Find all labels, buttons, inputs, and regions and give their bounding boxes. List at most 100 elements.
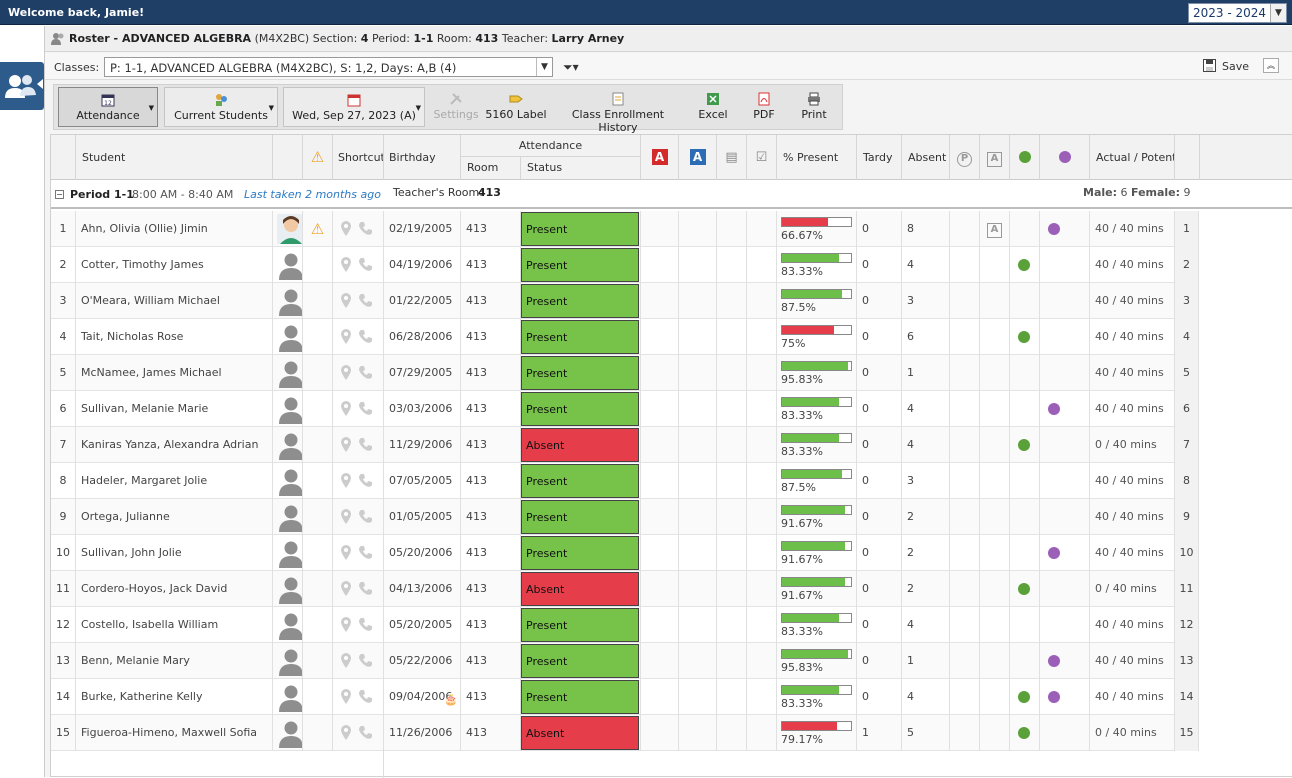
- blue-a-cell[interactable]: [679, 391, 717, 427]
- location-pin-icon[interactable]: [341, 329, 351, 344]
- table-row[interactable]: 6 Sullivan, Melanie Marie 03/03/2006 413 Pre…: [51, 391, 1199, 427]
- blue-a-cell[interactable]: [679, 283, 717, 319]
- student-photo-cell[interactable]: [273, 283, 303, 319]
- status-cell[interactable]: Present: [521, 283, 641, 319]
- header-check[interactable]: ☑: [747, 135, 777, 180]
- phone-icon[interactable]: [358, 473, 373, 488]
- header-room[interactable]: Room: [461, 157, 521, 179]
- status-cell[interactable]: Present: [521, 319, 641, 355]
- location-pin-icon[interactable]: [341, 725, 351, 740]
- red-a-cell[interactable]: [641, 319, 679, 355]
- purple-dot-icon[interactable]: [1048, 403, 1060, 415]
- excel-button[interactable]: Excel: [694, 87, 732, 127]
- notes-cell[interactable]: [717, 211, 747, 247]
- location-pin-icon[interactable]: [341, 257, 351, 272]
- location-pin-icon[interactable]: [341, 401, 351, 416]
- phone-icon[interactable]: [358, 653, 373, 668]
- student-photo-cell[interactable]: [273, 247, 303, 283]
- green-dot-icon[interactable]: [1018, 583, 1030, 595]
- filter-icon[interactable]: ⏷▾: [563, 60, 579, 75]
- check-cell[interactable]: [747, 319, 777, 355]
- blue-a-cell[interactable]: [679, 319, 717, 355]
- attendance-status-select[interactable]: Present: [521, 212, 639, 246]
- student-photo-cell[interactable]: [273, 499, 303, 535]
- phone-icon[interactable]: [358, 725, 373, 740]
- location-pin-icon[interactable]: [341, 581, 351, 596]
- location-pin-icon[interactable]: [341, 545, 351, 560]
- student-name[interactable]: Ahn, Olivia (Ollie) Jimin: [76, 211, 273, 247]
- location-pin-icon[interactable]: [341, 617, 351, 632]
- phone-icon[interactable]: [358, 689, 373, 704]
- table-row[interactable]: 5 McNamee, James Michael 07/29/2005 413 Pres…: [51, 355, 1199, 391]
- status-cell[interactable]: Present: [521, 607, 641, 643]
- notes-cell[interactable]: [717, 571, 747, 607]
- blue-a-cell[interactable]: [679, 355, 717, 391]
- last-taken-link[interactable]: Last taken 2 months ago: [244, 188, 381, 201]
- notes-cell[interactable]: [717, 319, 747, 355]
- attendance-button[interactable]: 12 Attendance ▼: [58, 87, 158, 127]
- header-p-circle[interactable]: P: [950, 135, 980, 180]
- student-photo-cell[interactable]: [273, 211, 303, 247]
- save-button[interactable]: Save: [1203, 59, 1249, 73]
- pdf-button[interactable]: PDF: [746, 87, 782, 127]
- current-students-button[interactable]: Current Students ▼: [164, 87, 278, 127]
- student-photo-cell[interactable]: [273, 391, 303, 427]
- notes-cell[interactable]: [717, 283, 747, 319]
- location-pin-icon[interactable]: [341, 293, 351, 308]
- check-cell[interactable]: [747, 211, 777, 247]
- location-pin-icon[interactable]: [341, 365, 351, 380]
- table-row[interactable]: 1 Ahn, Olivia (Ollie) Jimin ⚠ 02/19/2005 413…: [51, 211, 1199, 247]
- notes-cell[interactable]: [717, 247, 747, 283]
- student-name[interactable]: Costello, Isabella William: [76, 607, 273, 643]
- red-a-cell[interactable]: [641, 499, 679, 535]
- student-name[interactable]: Sullivan, Melanie Marie: [76, 391, 273, 427]
- blue-a-cell[interactable]: [679, 427, 717, 463]
- status-cell[interactable]: Absent: [521, 715, 641, 751]
- red-a-cell[interactable]: [641, 607, 679, 643]
- status-cell[interactable]: Present: [521, 463, 641, 499]
- student-photo-cell[interactable]: [273, 643, 303, 679]
- red-a-cell[interactable]: [641, 391, 679, 427]
- table-row[interactable]: 7 Kaniras Yanza, Alexandra Adrian 11/29/20…: [51, 427, 1199, 463]
- print-button[interactable]: Print: [796, 87, 832, 127]
- location-pin-icon[interactable]: [341, 473, 351, 488]
- red-a-cell[interactable]: [641, 535, 679, 571]
- attendance-status-select[interactable]: Absent: [521, 428, 639, 462]
- header-green-dot[interactable]: [1010, 135, 1040, 180]
- classes-select[interactable]: P: 1-1, ADVANCED ALGEBRA (M4X2BC), S: 1,…: [104, 57, 553, 77]
- green-dot-icon[interactable]: [1018, 727, 1030, 739]
- table-row[interactable]: 13 Benn, Melanie Mary 05/22/2006 413 Present…: [51, 643, 1199, 679]
- student-photo-cell[interactable]: [273, 463, 303, 499]
- check-cell[interactable]: [747, 355, 777, 391]
- status-cell[interactable]: Present: [521, 499, 641, 535]
- phone-icon[interactable]: [358, 365, 373, 380]
- red-a-cell[interactable]: [641, 679, 679, 715]
- notes-cell[interactable]: [717, 391, 747, 427]
- phone-icon[interactable]: [358, 257, 373, 272]
- student-name[interactable]: Figueroa-Himeno, Maxwell Sofia: [76, 715, 273, 751]
- purple-dot-icon[interactable]: [1048, 223, 1060, 235]
- notes-cell[interactable]: [717, 355, 747, 391]
- purple-dot-icon[interactable]: [1048, 547, 1060, 559]
- location-pin-icon[interactable]: [341, 437, 351, 452]
- attendance-status-select[interactable]: Present: [521, 644, 639, 678]
- check-cell[interactable]: [747, 391, 777, 427]
- location-pin-icon[interactable]: [341, 221, 351, 236]
- check-cell[interactable]: [747, 607, 777, 643]
- school-year-select[interactable]: 2023 - 2024 ▼: [1188, 3, 1287, 23]
- notes-cell[interactable]: [717, 499, 747, 535]
- attendance-status-select[interactable]: Present: [521, 680, 639, 714]
- attendance-status-select[interactable]: Present: [521, 392, 639, 426]
- chevron-down-icon[interactable]: ▼: [536, 58, 552, 76]
- settings-button[interactable]: Settings: [431, 87, 481, 127]
- blue-a-cell[interactable]: [679, 499, 717, 535]
- attendance-status-select[interactable]: Present: [521, 248, 639, 282]
- notes-cell[interactable]: [717, 463, 747, 499]
- student-name[interactable]: McNamee, James Michael: [76, 355, 273, 391]
- check-cell[interactable]: [747, 283, 777, 319]
- roster-nav-button[interactable]: [0, 62, 44, 110]
- table-row[interactable]: 10 Sullivan, John Jolie 05/20/2006 413 Prese…: [51, 535, 1199, 571]
- student-photo-cell[interactable]: [273, 715, 303, 751]
- table-row[interactable]: 8 Hadeler, Margaret Jolie 07/05/2005 413 Pre…: [51, 463, 1199, 499]
- status-cell[interactable]: Present: [521, 391, 641, 427]
